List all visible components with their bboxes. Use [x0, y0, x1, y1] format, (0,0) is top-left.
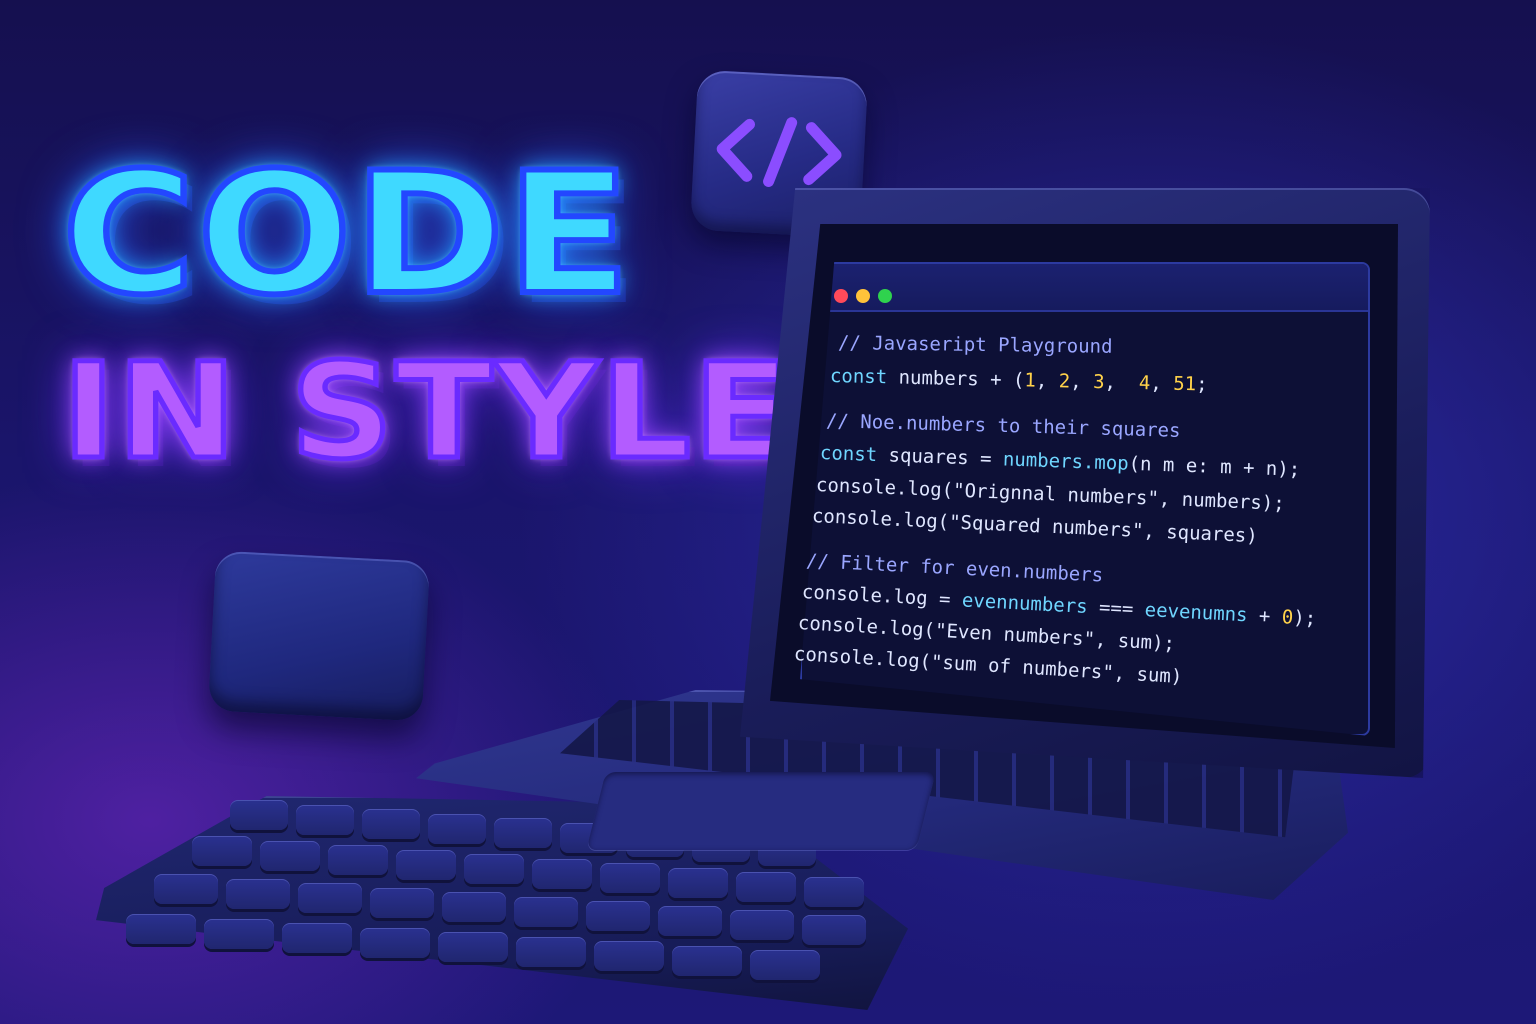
headline-code: CODE	[59, 136, 634, 332]
keyboard-key	[730, 910, 794, 940]
maximize-window-dot[interactable]	[878, 289, 892, 303]
keyboard-key	[586, 901, 650, 931]
keyboard-key	[370, 887, 434, 918]
keyboard-key	[668, 867, 728, 898]
minimize-window-dot[interactable]	[856, 289, 870, 303]
laptop-trackpad	[586, 772, 936, 850]
keyboard-key	[226, 878, 290, 909]
keyboard-key	[672, 945, 742, 976]
keyboard-key	[126, 914, 196, 944]
keyboard-key	[658, 905, 722, 936]
keyboard-key	[396, 849, 456, 880]
editor-titlebar	[802, 264, 1368, 312]
keyboard-key	[260, 840, 320, 871]
keyboard-key	[362, 809, 420, 839]
keyboard-key	[328, 845, 388, 875]
code-editor-window	[800, 262, 1370, 736]
keyboard-key	[296, 804, 354, 835]
blank-tile	[207, 550, 431, 722]
headline-in-style: IN STYLE	[59, 335, 793, 489]
keyboard-key	[438, 932, 508, 962]
code-brackets-icon	[716, 117, 842, 187]
close-window-dot[interactable]	[834, 289, 848, 303]
keyboard-key	[442, 892, 506, 922]
keyboard-key	[804, 876, 864, 907]
scene: CODE IN STYLE // Javaseript Playground c…	[0, 0, 1536, 1024]
keyboard-key	[154, 874, 218, 904]
keyboard-key	[192, 836, 252, 866]
keyboard-key	[428, 813, 486, 844]
keyboard-key	[594, 941, 664, 971]
keyboard-key	[282, 923, 352, 953]
keyboard-key	[600, 863, 660, 893]
keyboard-key	[514, 896, 578, 927]
keyboard-key	[750, 950, 820, 980]
keyboard-key	[230, 800, 288, 830]
keyboard-key	[360, 927, 430, 958]
keyboard-key	[802, 914, 866, 945]
keyboard-key	[494, 818, 552, 848]
keyboard-key	[516, 936, 586, 967]
headline: CODE IN STYLE	[59, 147, 793, 481]
keyboard-key	[204, 918, 274, 949]
keyboard-key	[298, 883, 362, 913]
keyboard-key	[736, 872, 796, 902]
keyboard-key	[464, 854, 524, 884]
keyboard-key	[532, 858, 592, 889]
